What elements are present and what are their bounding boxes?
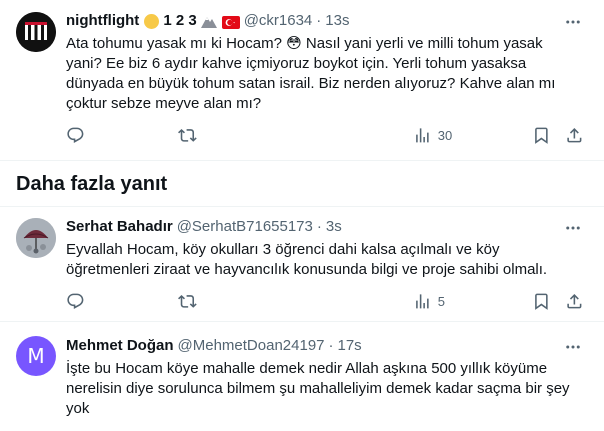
reply-icon [67,293,84,309]
reply-button[interactable] [66,292,85,311]
separator-dot: · [316,218,322,235]
display-name[interactable]: nightflight [66,11,139,31]
views-chart-icon [416,294,429,309]
tweet-header: Mehmet Doğan @MehmetDoan24197 · 17s [66,336,362,356]
timestamp[interactable]: 13s [325,11,349,31]
tweet-text-line: yok [66,400,90,417]
reply-icon [67,127,84,143]
more-horizontal-icon [566,345,580,349]
avatar[interactable] [16,12,56,52]
avatar[interactable]: M [16,336,56,376]
views-count: 5 [437,293,445,309]
tweet-actions: 30 [66,126,596,146]
tweet-actions: 5 [66,292,596,312]
more-options-button[interactable] [563,218,583,238]
tweet-mehmet[interactable]: M Mehmet Doğan @MehmetDoan24197 · 17s İş… [0,322,604,431]
bookmark-icon [535,293,548,310]
tweet-serhat[interactable]: Serhat Bahadır @SerhatB71655173 · 3s Eyv… [0,207,604,320]
profile-photo-icon [16,218,56,258]
user-handle[interactable]: @SerhatB71655173 [177,217,313,237]
tweet-header: Serhat Bahadır @SerhatB71655173 · 3s [66,217,342,237]
tweet-text-line: çoktur sebze meyve alan mı? [66,95,262,112]
tweet-text-line: Eyvallah Hocam, köy okulları 3 öğrenci d… [66,241,500,258]
turkey-flag-icon [221,15,240,29]
tweet-text-line: öğretmenleri ziraat ve hayvancılık konus… [66,261,548,278]
tweet-nightflight[interactable]: nightflight 1 2 3 @ckr1634 · 13s Ata toh… [0,0,604,160]
views-button[interactable]: 30 [413,126,452,145]
more-horizontal-icon [566,20,580,24]
share-button[interactable] [565,292,584,311]
reply-button[interactable] [66,126,85,145]
tweet-text: Ata tohumu yasak mı ki Hocam? 😳 Nasıl ya… [66,34,596,114]
bookmark-icon [535,127,548,144]
views-button[interactable]: 5 [413,292,445,311]
tweet-text: İşte bu Hocam köye mahalle demek nedir A… [66,359,596,419]
tweet-text-line: İşte bu Hocam köye mahalle demek nedir A… [66,360,548,377]
section-divider [0,160,604,161]
tweet-text: Eyvallah Hocam, köy okulları 3 öğrenci d… [66,240,596,280]
tweet-text-line: dünyada en büyük tohum satan israil. Biz… [66,75,556,92]
views-count: 30 [437,127,453,143]
user-handle[interactable]: @MehmetDoan24197 [178,336,325,356]
retweet-button[interactable] [178,126,197,145]
timestamp[interactable]: 17s [338,336,362,356]
tweet-header: nightflight 1 2 3 @ckr1634 · 13s [66,11,349,31]
bookmark-button[interactable] [532,292,551,311]
retweet-icon [178,129,197,142]
more-horizontal-icon [566,226,580,230]
views-chart-icon [416,128,429,143]
timestamp[interactable]: 3s [326,217,342,237]
avatar[interactable] [16,218,56,258]
avatar-letter: M [27,344,45,368]
separator-dot: · [316,12,322,29]
user-handle[interactable]: @ckr1634 [244,11,313,31]
display-name[interactable]: Mehmet Doğan [66,336,174,356]
more-options-button[interactable] [563,12,583,32]
more-options-button[interactable] [563,337,583,357]
besiktas-logo-icon [16,12,56,52]
retweet-button[interactable] [178,292,197,311]
tweet-text-line: Ata tohumu yasak mı ki Hocam? 😳 Nasıl ya… [66,35,543,52]
mountain-emoji-icon [200,14,217,28]
share-icon [567,294,582,309]
retweet-icon [178,295,197,308]
tweet-text-line: yani? Ee biz 6 aydır kahve içmiyoruz boy… [66,55,527,72]
bookmark-button[interactable] [532,126,551,145]
display-name-suffix: 1 2 3 [163,12,197,29]
display-name[interactable]: Serhat Bahadır [66,217,173,237]
tweet-text-line: nerelisin diye sorulunca bilmem şu mahal… [66,380,570,397]
separator-dot: · [328,337,334,354]
share-button[interactable] [565,126,584,145]
more-replies-heading: Daha fazla yanıt [16,173,168,195]
share-icon [567,128,582,143]
shushing-face-emoji-icon [144,13,160,29]
